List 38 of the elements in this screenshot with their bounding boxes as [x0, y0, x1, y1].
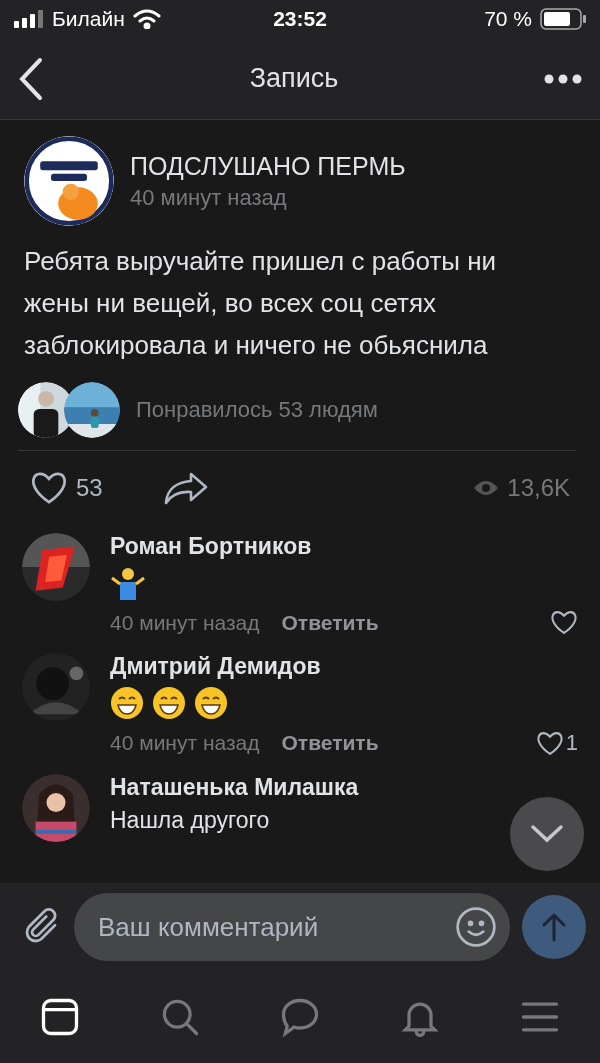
comment-input[interactable]: Ваш комментарий — [74, 893, 510, 961]
comment-text: Нашла другого — [110, 807, 270, 835]
chevron-down-icon — [530, 824, 564, 844]
comment-author[interactable]: Дмитрий Демидов — [110, 653, 578, 681]
comment-author[interactable]: Роман Бортников — [110, 533, 578, 561]
comment-time: 40 минут назад — [110, 610, 260, 635]
grin-emoji-icon — [152, 686, 186, 721]
comment-author[interactable]: Наташенька Милашка — [110, 774, 578, 802]
post-time: 40 минут назад — [130, 184, 288, 211]
reply-button[interactable]: Ответить — [281, 610, 379, 635]
more-button[interactable] — [544, 73, 582, 84]
heart-icon — [535, 730, 564, 756]
back-button[interactable] — [18, 56, 44, 101]
community-name[interactable]: ПОДСЛУШАНО ПЕРМЬ — [130, 151, 406, 181]
comment-like-button[interactable] — [550, 610, 578, 636]
clock: 23:52 — [273, 7, 327, 31]
wifi-icon — [132, 9, 161, 29]
battery-percent: 70 % — [484, 7, 532, 31]
heart-icon — [550, 610, 578, 636]
shrug-emoji-icon — [110, 566, 146, 601]
comment-like-button[interactable]: 1 — [535, 730, 578, 757]
view-count: 13,6K — [507, 474, 570, 503]
smiley-icon[interactable] — [454, 905, 498, 949]
signal-icon — [14, 10, 44, 28]
battery-icon — [540, 8, 586, 30]
carrier-name: Билайн — [52, 7, 125, 31]
liked-by-text[interactable]: Понравилось 53 людям — [136, 397, 378, 423]
arrow-up-icon — [541, 912, 567, 942]
eye-icon — [473, 479, 500, 498]
heart-icon — [30, 471, 68, 506]
page-title: Запись — [249, 63, 339, 94]
grin-emoji-icon — [194, 686, 228, 721]
share-button[interactable] — [162, 471, 209, 506]
reply-button[interactable]: Ответить — [281, 731, 379, 756]
post-text: Ребята выручайте пришел с работы ни жены ни вещей, во всех соц сетях заблокировала и ничего не обьяснила — [24, 245, 498, 362]
comment-time: 40 минут назад — [110, 731, 260, 756]
like-button[interactable]: 53 — [30, 471, 103, 506]
grin-emoji-icon — [110, 686, 144, 721]
